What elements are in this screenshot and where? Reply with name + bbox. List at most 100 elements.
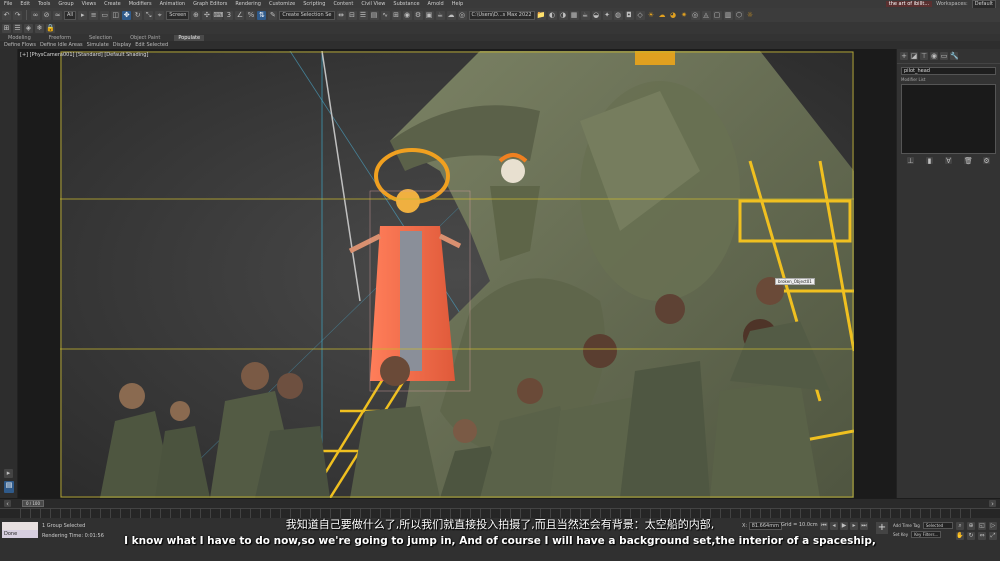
render-production-icon[interactable]: ☕ xyxy=(435,10,445,20)
render-activeshade-icon[interactable]: ☁ xyxy=(446,10,456,20)
toggle-ribbon-icon[interactable]: ▤ xyxy=(369,10,379,20)
menu-civil-view[interactable]: Civil View xyxy=(357,1,389,7)
curve-editor-icon[interactable]: ∿ xyxy=(380,10,390,20)
menu-animation[interactable]: Animation xyxy=(156,1,190,7)
menu-content[interactable]: Content xyxy=(329,1,357,7)
define-idle-areas-button[interactable]: Define Idle Areas xyxy=(40,42,83,48)
edit-selected-button[interactable]: Edit Selected xyxy=(135,42,168,48)
camera-viewport[interactable]: [+] [PhysCamera001] [Standard] [Default … xyxy=(18,49,896,498)
portal-light-icon[interactable]: ▥ xyxy=(723,10,733,20)
sun-light-icon[interactable]: ☀ xyxy=(646,10,656,20)
arnold-light-icon[interactable]: ✦ xyxy=(602,10,612,20)
menu-scripting[interactable]: Scripting xyxy=(299,1,329,7)
tab-populate[interactable]: Populate xyxy=(174,34,205,41)
bind-spacewarp-icon[interactable]: ≈ xyxy=(53,10,62,20)
angle-snap-icon[interactable]: ∠ xyxy=(235,10,245,20)
move-icon[interactable]: ✥ xyxy=(122,10,132,20)
menu-graph-editors[interactable]: Graph Editors xyxy=(189,1,231,7)
align-icon[interactable]: ⊟ xyxy=(347,10,357,20)
viewport-label[interactable]: [+] [PhysCamera001] [Standard] [Default … xyxy=(20,52,148,58)
pivot-center-icon[interactable]: ⊕ xyxy=(191,10,201,20)
sky-light-icon[interactable]: ◕ xyxy=(668,10,678,20)
spinner-snap-icon[interactable]: ⇅ xyxy=(257,10,267,20)
isolate-selection-icon[interactable]: ◈ xyxy=(24,23,33,33)
document-tab[interactable]: the art of ibillt... xyxy=(885,1,933,7)
utilities-tab-icon[interactable]: 🔧 xyxy=(950,52,959,60)
arnold-aov-icon[interactable]: ◇ xyxy=(635,10,645,20)
arnold-skydome-icon[interactable]: ◒ xyxy=(591,10,601,20)
menu-group[interactable]: Group xyxy=(54,1,77,7)
point-light-icon[interactable]: ✷ xyxy=(679,10,689,20)
schematic-view-icon[interactable]: ⊞ xyxy=(391,10,401,20)
hierarchy-tab-icon[interactable]: ⊤ xyxy=(920,52,928,60)
render-setup-icon[interactable]: ⚙ xyxy=(413,10,423,20)
named-selection-dropdown[interactable]: Create Selection Se xyxy=(279,10,335,20)
modifier-list-dropdown[interactable]: Modifier List xyxy=(901,77,996,82)
menu-create[interactable]: Create xyxy=(100,1,125,7)
object-name-field[interactable]: pilot_head xyxy=(901,67,996,75)
area-light-icon[interactable]: ▢ xyxy=(712,10,722,20)
arnold-material-icon[interactable]: ◍ xyxy=(613,10,623,20)
layout-tab-icon[interactable]: ▤ xyxy=(4,481,14,493)
mesh-light-icon[interactable]: ⬡ xyxy=(734,10,744,20)
freeze-icon[interactable]: ❄ xyxy=(35,23,44,33)
tab-selection[interactable]: Selection xyxy=(85,35,116,41)
motion-tab-icon[interactable]: ◉ xyxy=(930,52,938,60)
keyboard-shortcut-icon[interactable]: ⌨ xyxy=(213,10,224,20)
arnold-teapot-icon[interactable]: ☕ xyxy=(580,10,590,20)
tab-object-paint[interactable]: Object Paint xyxy=(126,35,164,41)
link-icon[interactable]: ∞ xyxy=(31,10,40,20)
cloud-light-icon[interactable]: ☁ xyxy=(657,10,667,20)
scene-explorer-icon[interactable]: ⊞ xyxy=(2,23,11,33)
select-by-name-icon[interactable]: ≡ xyxy=(89,10,99,20)
select-manipulate-icon[interactable]: ✣ xyxy=(202,10,212,20)
arnold-render-icon[interactable]: ◐ xyxy=(547,10,557,20)
lock-selection-icon[interactable]: 🔒 xyxy=(46,23,55,33)
menu-edit[interactable]: Edit xyxy=(16,1,34,7)
redo-icon[interactable]: ↷ xyxy=(13,10,22,20)
make-unique-icon[interactable]: ∀ xyxy=(945,157,952,165)
time-slider-bar[interactable]: ‹ 0 / 100 › xyxy=(0,498,1000,508)
unlink-icon[interactable]: ⊘ xyxy=(42,10,51,20)
next-frame-icon[interactable]: › xyxy=(989,500,996,508)
snaps-toggle-icon[interactable]: 3 xyxy=(224,10,234,20)
window-crossing-icon[interactable]: ◫ xyxy=(111,10,121,20)
menu-views[interactable]: Views xyxy=(78,1,100,7)
render-cloud-icon[interactable]: ◎ xyxy=(457,10,467,20)
modifier-stack[interactable] xyxy=(901,84,996,154)
project-path-dropdown[interactable]: C:\Users\D...s Max 2022 xyxy=(468,10,535,20)
menu-arnold[interactable]: Arnold xyxy=(424,1,448,7)
menu-substance[interactable]: Substance xyxy=(389,1,423,7)
arnold-ipr-icon[interactable]: ◑ xyxy=(558,10,568,20)
rendered-frame-window-icon[interactable]: ▣ xyxy=(424,10,434,20)
menu-modifiers[interactable]: Modifiers xyxy=(125,1,156,7)
reference-coordinate-dropdown[interactable]: Screen xyxy=(166,10,190,20)
spot-light-icon[interactable]: ◬ xyxy=(701,10,711,20)
configure-modifier-sets-icon[interactable]: ⚙ xyxy=(983,157,990,165)
layer-explorer-icon[interactable]: ☰ xyxy=(358,10,368,20)
project-folder-icon[interactable]: 📁 xyxy=(536,10,546,20)
simulate-button[interactable]: Simulate xyxy=(87,42,109,48)
selection-filter-dropdown[interactable]: All xyxy=(64,10,77,20)
arnold-camera-icon[interactable]: ◘ xyxy=(624,10,634,20)
rectangular-selection-icon[interactable]: ▭ xyxy=(100,10,110,20)
menu-help[interactable]: Help xyxy=(448,1,467,7)
show-end-result-icon[interactable]: ▮ xyxy=(926,157,933,165)
material-editor-icon[interactable]: ◉ xyxy=(402,10,412,20)
display-button[interactable]: Display xyxy=(113,42,131,48)
photometric-light-icon[interactable]: ◎ xyxy=(690,10,700,20)
mirror-icon[interactable]: ⇹ xyxy=(336,10,346,20)
define-flows-button[interactable]: Define Flows xyxy=(4,42,36,48)
percent-snap-icon[interactable]: % xyxy=(246,10,256,20)
prev-frame-icon[interactable]: ‹ xyxy=(4,500,11,508)
viewport-layout-icon[interactable]: ▸ xyxy=(4,469,13,478)
undo-icon[interactable]: ↶ xyxy=(2,10,11,20)
menu-customize[interactable]: Customize xyxy=(265,1,299,7)
arnold-log-icon[interactable]: ▦ xyxy=(569,10,579,20)
tab-modeling[interactable]: Modeling xyxy=(4,35,35,41)
menu-file[interactable]: File xyxy=(0,1,16,7)
display-tab-icon[interactable]: ▭ xyxy=(940,52,948,60)
rendered-scene[interactable] xyxy=(60,51,854,498)
tab-freeform[interactable]: Freeform xyxy=(45,35,75,41)
rotate-icon[interactable]: ↻ xyxy=(133,10,143,20)
